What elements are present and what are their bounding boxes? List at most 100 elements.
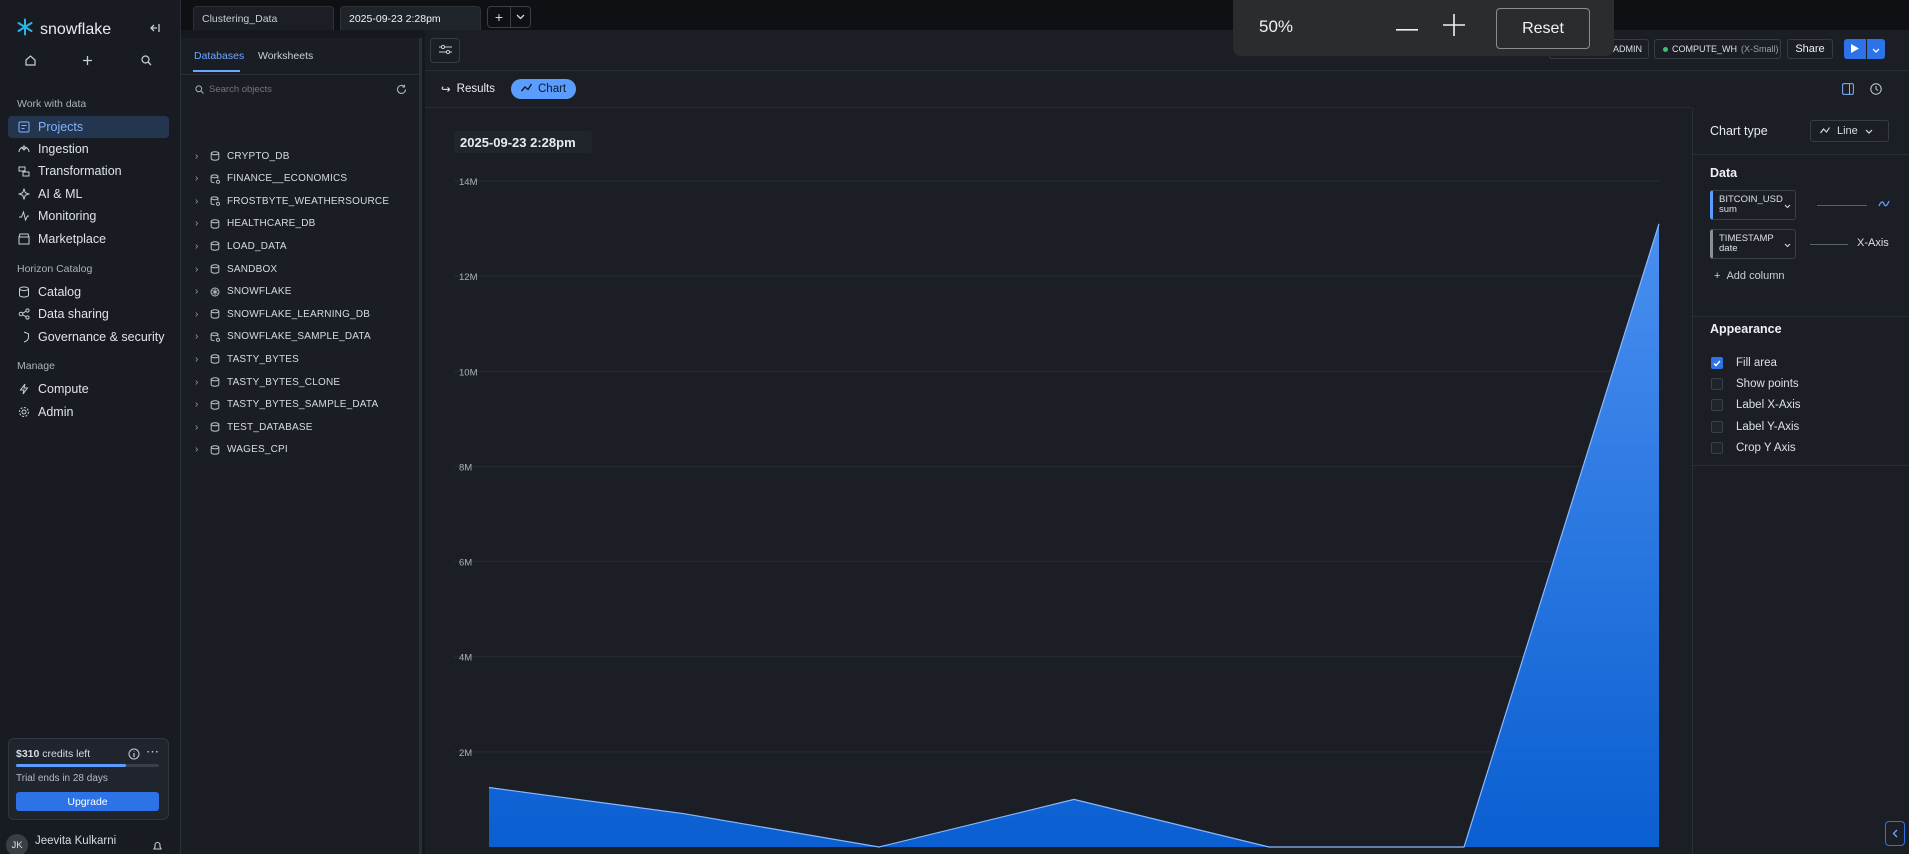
run-options-button[interactable] bbox=[1867, 39, 1885, 59]
database-icon bbox=[210, 151, 220, 161]
chevron-right-icon[interactable]: › bbox=[195, 444, 203, 455]
nav-item-compute[interactable]: Compute bbox=[8, 378, 169, 400]
panel-layout-icon[interactable] bbox=[1842, 83, 1854, 95]
search-objects-input[interactable] bbox=[209, 82, 359, 97]
tab-worksheets[interactable]: Worksheets bbox=[258, 50, 313, 62]
x-column-chip[interactable]: TIMESTAMP date bbox=[1710, 229, 1796, 259]
nav-item-catalog[interactable]: Catalog bbox=[8, 281, 169, 303]
chart-tab[interactable]: Chart bbox=[511, 79, 577, 99]
nav-item-transformation[interactable]: Transformation bbox=[8, 160, 169, 182]
database-row[interactable]: › WAGES_CPI bbox=[195, 440, 288, 460]
checkbox-icon[interactable] bbox=[1711, 399, 1723, 412]
chevron-right-icon[interactable]: › bbox=[195, 264, 203, 275]
tab-databases[interactable]: Databases bbox=[194, 50, 244, 62]
tab-menu-button[interactable] bbox=[511, 6, 531, 28]
chevron-right-icon[interactable]: › bbox=[195, 309, 203, 320]
expand-panel-button[interactable] bbox=[1885, 821, 1905, 846]
chevron-right-icon[interactable]: › bbox=[195, 331, 203, 342]
chart-type-select[interactable]: Line bbox=[1810, 120, 1889, 142]
y-column-chip[interactable]: BITCOIN_USD sum bbox=[1710, 190, 1796, 220]
nav-item-ingestion[interactable]: Ingestion bbox=[8, 138, 169, 160]
database-row[interactable]: › SNOWFLAKE_LEARNING_DB bbox=[195, 304, 370, 324]
database-row[interactable]: › SNOWFLAKE bbox=[195, 282, 292, 302]
run-button[interactable] bbox=[1844, 39, 1866, 59]
checkbox-checked-icon[interactable] bbox=[1711, 357, 1723, 369]
warehouse-selector[interactable]: COMPUTE_WH (X-Small) bbox=[1654, 39, 1781, 59]
database-row[interactable]: › TASTY_BYTES_CLONE bbox=[195, 372, 340, 392]
add-column-button[interactable]: + Add column bbox=[1714, 270, 1785, 282]
zoom-in-button[interactable] bbox=[1440, 12, 1468, 40]
chevron-right-icon[interactable]: › bbox=[195, 151, 203, 162]
results-tab[interactable]: ↪ Results bbox=[431, 79, 505, 99]
ingestion-icon bbox=[18, 143, 30, 155]
snowflake-logo[interactable]: snowflake bbox=[16, 18, 111, 41]
database-row[interactable]: › TEST_DATABASE bbox=[195, 417, 313, 437]
avatar[interactable]: JK bbox=[6, 834, 28, 854]
database-row[interactable]: › HEALTHCARE_DB bbox=[195, 214, 316, 234]
plus-icon[interactable] bbox=[82, 55, 93, 66]
chevron-right-icon[interactable]: › bbox=[195, 286, 203, 297]
option-crop-y-axis[interactable]: Crop Y Axis bbox=[1711, 438, 1796, 458]
info-icon[interactable] bbox=[128, 748, 140, 760]
option-label-y-axis[interactable]: Label Y-Axis bbox=[1711, 417, 1799, 437]
database-row[interactable]: › SANDBOX bbox=[195, 259, 277, 279]
database-row[interactable]: › TASTY_BYTES bbox=[195, 349, 299, 369]
filter-settings-button[interactable] bbox=[430, 38, 460, 63]
chevron-right-icon[interactable]: › bbox=[195, 377, 203, 388]
nav-item-governance-security[interactable]: Governance & security bbox=[8, 326, 169, 348]
nav-item-marketplace[interactable]: Marketplace bbox=[8, 228, 169, 250]
upgrade-button[interactable]: Upgrade bbox=[16, 792, 159, 811]
database-name: CRYPTO_DB bbox=[227, 150, 290, 162]
nav-item-data-sharing[interactable]: Data sharing bbox=[8, 303, 169, 325]
nav-item-monitoring[interactable]: Monitoring bbox=[8, 205, 169, 227]
home-icon[interactable] bbox=[25, 55, 36, 66]
checkbox-icon[interactable] bbox=[1711, 378, 1723, 391]
shared-database-icon bbox=[210, 196, 220, 207]
zoom-out-button[interactable] bbox=[1393, 14, 1421, 40]
credits-progress-track bbox=[16, 764, 159, 767]
option-label-x-axis[interactable]: Label X-Axis bbox=[1711, 395, 1801, 415]
gear-icon bbox=[18, 406, 30, 418]
chevron-right-icon[interactable]: › bbox=[195, 218, 203, 229]
chart-canvas[interactable]: 2025-09-23 2:28pm 02M4M6M8M10M12M14M 09-… bbox=[425, 108, 1691, 854]
chevron-right-icon[interactable]: › bbox=[195, 399, 203, 410]
line-style-icon[interactable] bbox=[1878, 200, 1890, 208]
user-name[interactable]: Jeevita Kulkarni bbox=[35, 835, 116, 847]
nav-item-admin[interactable]: Admin bbox=[8, 401, 169, 423]
worksheet-tab-active[interactable]: 2025-09-23 2:28pm bbox=[340, 6, 481, 30]
y-tick-label: 14M bbox=[459, 177, 478, 188]
add-tab-button[interactable]: + bbox=[487, 6, 511, 28]
logo-text: snowflake bbox=[40, 20, 112, 38]
nav-item-projects[interactable]: Projects bbox=[8, 116, 169, 138]
database-row[interactable]: › CRYPTO_DB bbox=[195, 146, 290, 166]
checkbox-icon[interactable] bbox=[1711, 420, 1723, 433]
nav-item-label: AI & ML bbox=[38, 187, 83, 201]
database-row[interactable]: › FINANCE__ECONOMICS bbox=[195, 169, 347, 189]
option-fill-area[interactable]: Fill area bbox=[1711, 353, 1777, 373]
chevron-down-icon bbox=[1865, 125, 1873, 137]
database-icon bbox=[210, 422, 220, 432]
bell-icon[interactable] bbox=[152, 841, 163, 852]
chevron-right-icon[interactable]: › bbox=[195, 173, 203, 184]
nav-item-ai-ml[interactable]: AI & ML bbox=[8, 183, 169, 205]
trial-text: Trial ends in 28 days bbox=[16, 773, 108, 784]
zoom-reset-button[interactable]: Reset bbox=[1496, 8, 1590, 49]
database-row[interactable]: › TASTY_BYTES_SAMPLE_DATA bbox=[195, 395, 378, 415]
search-icon[interactable] bbox=[141, 55, 152, 66]
chevron-right-icon[interactable]: › bbox=[195, 422, 203, 433]
collapse-nav-icon[interactable] bbox=[150, 22, 162, 34]
worksheet-tab[interactable]: Clustering_Data bbox=[193, 6, 334, 30]
option-show-points[interactable]: Show points bbox=[1711, 374, 1799, 394]
database-row[interactable]: › SNOWFLAKE_SAMPLE_DATA bbox=[195, 327, 371, 347]
more-icon[interactable]: ⋯ bbox=[146, 744, 159, 760]
share-button[interactable]: Share bbox=[1787, 39, 1833, 59]
database-row[interactable]: › LOAD_DATA bbox=[195, 236, 287, 256]
refresh-icon[interactable] bbox=[396, 84, 407, 95]
database-row[interactable]: › FROSTBYTE_WEATHERSOURCE bbox=[195, 191, 389, 211]
warehouse-size: (X-Small) bbox=[1741, 44, 1779, 54]
checkbox-icon[interactable] bbox=[1711, 441, 1723, 454]
chevron-right-icon[interactable]: › bbox=[195, 354, 203, 365]
chevron-right-icon[interactable]: › bbox=[195, 196, 203, 207]
history-icon[interactable] bbox=[1870, 83, 1882, 95]
chevron-right-icon[interactable]: › bbox=[195, 241, 203, 252]
